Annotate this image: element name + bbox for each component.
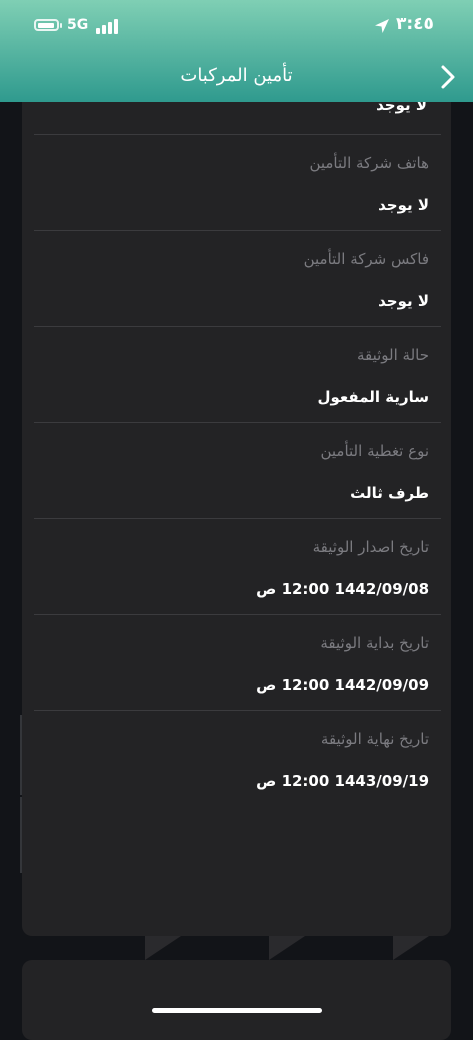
- field-label: نوع تغطية التأمين: [320, 442, 429, 460]
- detail-row-policy-status: حالة الوثيقة سارية المفعول: [34, 346, 441, 416]
- divider: [34, 710, 441, 711]
- divider: [34, 134, 441, 135]
- field-label: حالة الوثيقة: [356, 346, 429, 364]
- status-bar: 5G ٣:٤٥: [0, 0, 473, 56]
- field-label: فاكس شركة التأمين: [303, 250, 429, 268]
- field-value: سارية المفعول: [317, 388, 429, 406]
- battery-icon: [34, 19, 62, 31]
- detail-row-insurer-fax: فاكس شركة التأمين لا يوجد: [34, 250, 441, 320]
- field-label: تاريخ اصدار الوثيقة: [312, 538, 429, 556]
- detail-row-insurer-phone: هاتف شركة التأمين لا يوجد: [34, 154, 441, 224]
- divider: [34, 614, 441, 615]
- location-arrow-icon: [375, 19, 389, 33]
- network-type: 5G: [67, 17, 89, 33]
- field-value: لا يوجد: [378, 292, 429, 310]
- field-value: طرف ثالث: [350, 484, 429, 502]
- detail-row-start-date: تاريخ بداية الوثيقة 1442/09/09 12:00 ص: [34, 634, 441, 704]
- signal-icon: [96, 18, 118, 34]
- detail-row-issue-date: تاريخ اصدار الوثيقة 1442/09/08 12:00 ص: [34, 538, 441, 608]
- field-value: 1442/09/08 12:00 ص: [256, 580, 429, 598]
- page-title: تأمين المركبات: [180, 65, 293, 86]
- field-value: 1443/09/19 12:00 ص: [256, 772, 429, 790]
- policy-details-card: لا يوجد هاتف شركة التأمين لا يوجد فاكس ش…: [22, 102, 451, 936]
- field-label: تاريخ بداية الوثيقة: [320, 634, 429, 652]
- divider: [34, 422, 441, 423]
- next-card: [22, 960, 451, 1040]
- app-header: 5G ٣:٤٥ تأمين المركبات: [0, 0, 473, 102]
- decorative-tabs: [145, 936, 429, 960]
- home-indicator[interactable]: [152, 1008, 322, 1013]
- divider: [34, 518, 441, 519]
- field-label: هاتف شركة التأمين: [309, 154, 429, 172]
- field-value: 1442/09/09 12:00 ص: [256, 676, 429, 694]
- divider: [34, 230, 441, 231]
- status-time: ٣:٤٥: [396, 14, 434, 34]
- detail-row-coverage-type: نوع تغطية التأمين طرف ثالث: [34, 442, 441, 512]
- divider: [34, 326, 441, 327]
- chevron-right-icon[interactable]: [437, 64, 459, 90]
- field-label: تاريخ نهاية الوثيقة: [320, 730, 429, 748]
- field-value: لا يوجد: [378, 196, 429, 214]
- detail-row-end-date: تاريخ نهاية الوثيقة 1443/09/19 12:00 ص: [34, 730, 441, 800]
- field-value: لا يوجد: [376, 102, 427, 114]
